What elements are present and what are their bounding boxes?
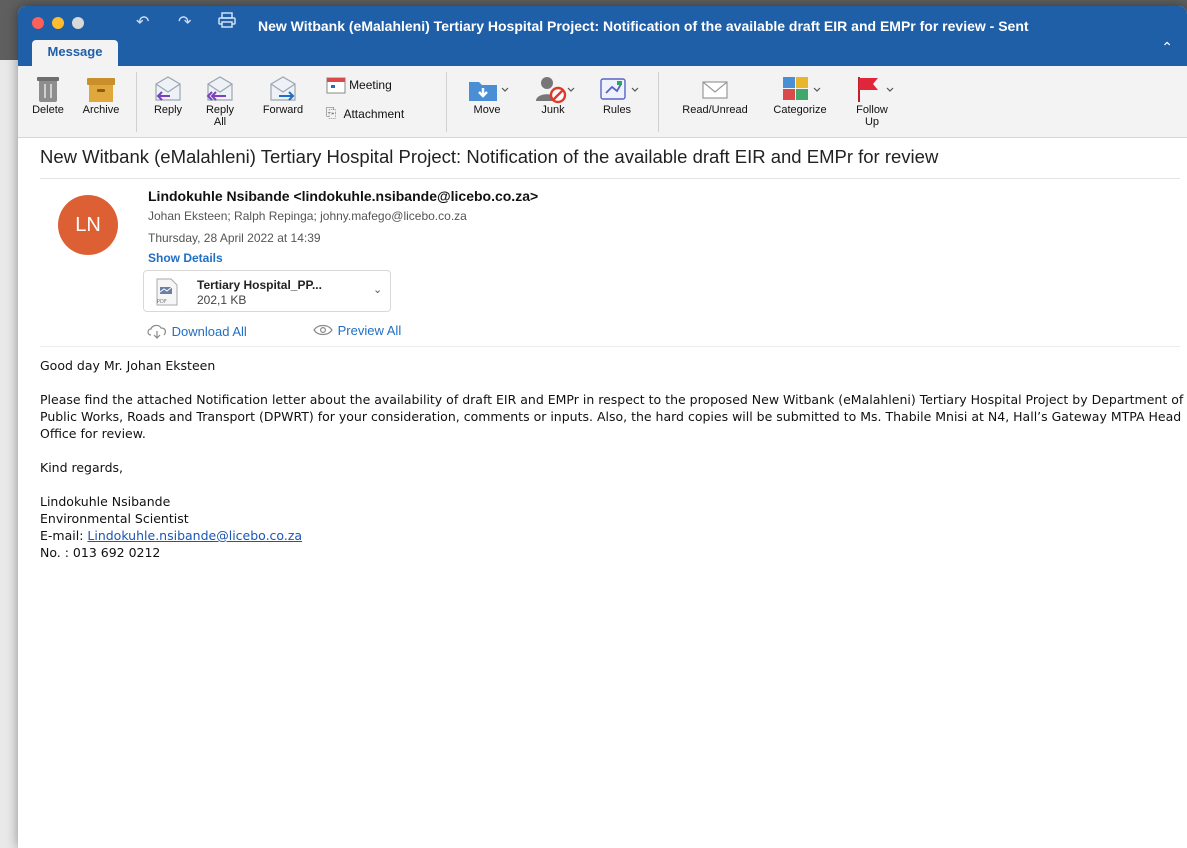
body-paragraph: Please find the attached Notification le…: [40, 392, 1184, 441]
signature-email-link[interactable]: Lindokuhle.nsibande@licebo.co.za: [87, 528, 302, 543]
rules-label: Rules: [602, 104, 632, 116]
move-label: Move: [473, 104, 501, 116]
forward-button[interactable]: Forward: [258, 74, 308, 116]
show-details-link[interactable]: Show Details: [148, 251, 223, 265]
rules-icon: [600, 78, 639, 100]
archive-box-icon: [87, 78, 115, 102]
reply-all-icon: [206, 76, 233, 101]
forward-icon: [270, 76, 296, 101]
zoom-window-button[interactable]: [72, 17, 84, 29]
ribbon-separator: [446, 72, 447, 132]
sender-address[interactable]: Lindokuhle Nsibande <lindokuhle.nsibande…: [148, 188, 538, 204]
ribbon-separator: [658, 72, 659, 132]
meeting-button[interactable]: Meeting: [326, 76, 412, 94]
collapse-ribbon-icon[interactable]: ⌃: [1161, 40, 1173, 56]
redo-icon[interactable]: ↷: [178, 12, 191, 31]
pdf-type-label: PDF: [157, 299, 167, 305]
move-folder-icon: [469, 82, 509, 101]
read-unread-label: Read/Unread: [682, 104, 748, 116]
delete-label: Delete: [32, 104, 64, 116]
junk-button[interactable]: Junk: [528, 74, 578, 116]
signature-name: Lindokuhle Nsibande: [40, 494, 171, 509]
close-window-button[interactable]: [32, 17, 44, 29]
signature-email-label: E-mail:: [40, 528, 88, 543]
signature-phone: No. : 013 692 0212: [40, 545, 161, 560]
email-body: Good day Mr. Johan Eksteen Please find t…: [40, 357, 1185, 561]
ribbon-toolbar: Delete Archive Reply Reply All Forward M…: [18, 66, 1187, 138]
archive-label: Archive: [82, 104, 120, 116]
tab-message[interactable]: Message: [32, 40, 118, 66]
follow-up-label-1: Follow: [856, 104, 888, 116]
reply-all-button[interactable]: Reply All: [200, 74, 240, 128]
follow-up-label-2: Up: [864, 116, 880, 128]
recipients-list[interactable]: Johan Eksteen; Ralph Repinga; johny.mafe…: [148, 209, 467, 223]
undo-icon[interactable]: ↶: [136, 12, 149, 31]
signature-email-line: E-mail: Lindokuhle.nsibande@licebo.co.za: [40, 527, 1185, 544]
junk-icon: [536, 77, 575, 104]
flag-icon: [858, 77, 894, 102]
download-all-label: Download All: [171, 324, 247, 339]
email-subject: New Witbank (eMalahleni) Tertiary Hospit…: [40, 146, 939, 167]
minimize-window-button[interactable]: [52, 17, 64, 29]
attachment-name: Tertiary Hospital_PP...: [197, 278, 322, 292]
window-title: New Witbank (eMalahleni) Tertiary Hospit…: [258, 18, 1029, 34]
title-bar: ↶ ↷ New Witbank (eMalahleni) Tertiary Ho…: [18, 6, 1187, 66]
rules-button[interactable]: Rules: [592, 74, 642, 116]
reply-label: Reply: [153, 104, 183, 116]
print-icon[interactable]: [218, 12, 236, 32]
reply-icon: [155, 76, 181, 101]
read-unread-button[interactable]: Read/Unread: [670, 74, 760, 116]
meeting-label: Meeting: [349, 78, 392, 92]
move-button[interactable]: Move: [462, 74, 512, 116]
sent-date: Thursday, 28 April 2022 at 14:39: [148, 231, 321, 245]
email-window: ↶ ↷ New Witbank (eMalahleni) Tertiary Ho…: [18, 6, 1187, 848]
ribbon-separator: [136, 72, 137, 132]
attachment-label: Attachment: [343, 106, 405, 121]
body-closing: Kind regards,: [40, 460, 123, 475]
preview-all-label: Preview All: [337, 323, 402, 338]
body-greeting: Good day Mr. Johan Eksteen: [40, 358, 216, 373]
download-all-button[interactable]: Download All: [146, 323, 247, 339]
signature-title: Environmental Scientist: [40, 511, 189, 526]
attachment-card[interactable]: PDF Tertiary Hospital_PP... 202,1 KB ⌄: [143, 270, 391, 312]
trash-icon: [37, 77, 59, 102]
preview-all-button[interactable]: Preview All: [312, 323, 401, 338]
archive-button[interactable]: Archive: [76, 74, 126, 116]
categorize-label: Categorize: [773, 104, 827, 116]
chevron-down-icon[interactable]: ⌄: [373, 283, 382, 296]
cloud-download-icon: [147, 324, 167, 339]
follow-up-button[interactable]: Follow Up: [844, 74, 900, 128]
attachment-size: 202,1 KB: [197, 293, 247, 307]
sender-avatar[interactable]: LN: [58, 195, 118, 255]
divider: [40, 178, 1180, 179]
delete-button[interactable]: Delete: [26, 74, 70, 116]
reply-all-label-2: All: [213, 116, 227, 128]
junk-label: Junk: [541, 104, 565, 116]
paperclip-icon: ⎘: [326, 106, 337, 121]
reply-all-label-1: Reply: [205, 104, 235, 116]
envelope-icon: [702, 81, 728, 99]
categorize-icon: [783, 77, 821, 100]
categorize-button[interactable]: Categorize: [762, 74, 838, 116]
forward-label: Forward: [262, 104, 304, 116]
reply-button[interactable]: Reply: [148, 74, 188, 116]
attachment-button[interactable]: ⎘ Attachment: [326, 106, 436, 121]
divider: [40, 346, 1180, 347]
calendar-icon: [326, 77, 346, 94]
eye-icon: [313, 324, 333, 336]
